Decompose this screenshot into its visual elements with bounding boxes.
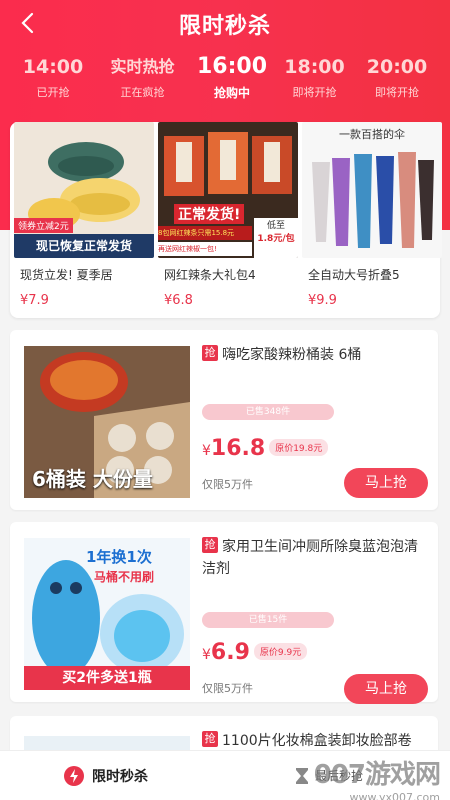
tab-flash-sale[interactable]: 限时秒杀 <box>0 765 225 786</box>
product-info: 抢家用卫生间冲厕所除臭蓝泡泡清洁剂 已售15件 ¥6.9 原价9.9元 仅限5万件… <box>202 536 428 704</box>
time-slot-hot[interactable]: 实时热抢 正在疯抢 <box>101 52 185 114</box>
product-name: 现货立发! 夏季居 <box>20 268 113 282</box>
time-slot-1800[interactable]: 18:00 即将开抢 <box>280 52 350 114</box>
buy-now-button[interactable]: 马上抢 <box>344 674 428 704</box>
watermark-title: 007游戏网 <box>313 760 441 790</box>
product-card[interactable]: 1年换1次 马桶不用刷 买2件多送1瓶 抢家用卫生间冲厕所除臭蓝泡泡清洁剂 已售… <box>10 522 438 704</box>
image-caption: 6桶装 大份量 <box>32 467 153 491</box>
original-price: 原价19.8元 <box>269 439 329 456</box>
currency-symbol: ¥ <box>202 647 211 663</box>
site-watermark: 007游戏网 www.yx007.com <box>313 754 441 800</box>
promo-overlay: 8包网红辣条只需15.8元 <box>158 226 252 240</box>
slot-status: 正在疯抢 <box>120 86 165 99</box>
image-caption-3: 买2件多送1瓶 <box>24 666 190 690</box>
featured-product-snacks[interactable]: 正常发货! 8包网红辣条只需15.8元 再送网红辣椒一包! 低至 1.8元/包 … <box>158 122 298 318</box>
slot-status: 即将开抢 <box>292 86 337 99</box>
shipping-overlay: 现已恢复正常发货 <box>14 234 154 258</box>
featured-product-umbrella[interactable]: 一款百搭的伞 全自动大号折叠5 ¥9.9 <box>302 122 442 318</box>
sold-count: 已售348件 <box>202 404 334 420</box>
slot-time: 20:00 <box>366 56 428 78</box>
time-slot-2000[interactable]: 20:00 即将开抢 <box>362 52 432 114</box>
promo-small-overlay: 再送网红辣椒一包! <box>158 242 252 256</box>
price-row: ¥6.9 原价9.9元 <box>202 640 430 665</box>
slot-time: 18:00 <box>284 56 345 78</box>
time-slot-1600[interactable]: 16:00 抢购中 <box>197 52 267 114</box>
slot-time: 14:00 <box>22 56 84 78</box>
product-title-text: 嗨吃家酸辣粉桶装 6桶 <box>222 347 362 363</box>
umbrella-caption: 一款百搭的伞 <box>339 128 405 141</box>
product-price: ¥7.9 <box>20 293 49 308</box>
featured-products: 领券立减2元 现已恢复正常发货 现货立发! 夏季居 ¥7.9 正常发货! 8包网… <box>10 122 442 318</box>
slot-status: 即将开抢 <box>375 86 419 99</box>
product-image: 正常发货! 8包网红辣条只需15.8元 再送网红辣椒一包! 低至 1.8元/包 <box>158 122 298 258</box>
buy-now-button[interactable]: 马上抢 <box>344 468 428 498</box>
page-title: 限时秒杀 <box>178 14 271 39</box>
current-price: 16.8 <box>210 436 266 461</box>
product-price: ¥9.9 <box>308 293 337 308</box>
hourglass-icon <box>296 767 308 784</box>
product-image: 领券立减2元 现已恢复正常发货 <box>14 122 154 258</box>
current-price: 6.9 <box>210 640 250 665</box>
product-image: 1年换1次 马桶不用刷 买2件多送1瓶 <box>24 538 190 690</box>
product-price: ¥6.8 <box>164 293 193 308</box>
product-name: 全自动大号折叠5 <box>308 268 400 282</box>
currency-symbol: ¥ <box>202 443 211 459</box>
slot-status: 抢购中 <box>213 86 250 100</box>
flash-icon <box>64 765 84 786</box>
image-caption-2: 马桶不用刷 <box>94 570 155 584</box>
coupon-overlay: 领券立减2元 <box>14 218 73 233</box>
product-card[interactable]: 6桶装 大份量 抢嗨吃家酸辣粉桶装 6桶 已售348件 ¥16.8 原价19.8元… <box>10 330 438 510</box>
stock-limit: 仅限5万件 <box>202 478 253 491</box>
image-caption-1: 1年换1次 <box>86 548 152 566</box>
product-info: 抢 1100片化妆棉盒装卸妆脸部卷 <box>202 730 428 752</box>
product-title: 抢嗨吃家酸辣粉桶装 6桶 <box>202 344 428 366</box>
product-image: 6桶装 大份量 <box>24 346 190 498</box>
time-slot-tabs: 14:00 已开抢 实时热抢 正在疯抢 16:00 抢购中 18:00 即将开抢… <box>0 52 450 114</box>
slot-time: 实时热抢 <box>110 57 175 76</box>
product-name: 网红辣条大礼包4 <box>164 268 256 282</box>
tab-label: 限时秒杀 <box>92 768 148 785</box>
slot-status: 已开抢 <box>36 86 70 99</box>
grab-tag: 抢 <box>202 537 218 553</box>
slot-time: 16:00 <box>197 54 268 79</box>
product-image: 一款百搭的伞 <box>302 122 442 258</box>
featured-product-slippers[interactable]: 领券立减2元 现已恢复正常发货 现货立发! 夏季居 ¥7.9 <box>14 122 154 318</box>
stock-limit: 仅限5万件 <box>202 682 253 695</box>
product-title-text: 家用卫生间冲厕所除臭蓝泡泡清洁剂 <box>202 539 418 577</box>
price-badge: 低至 1.8元/包 <box>254 218 298 258</box>
sold-count: 已售15件 <box>202 612 334 628</box>
grab-tag: 抢 <box>202 345 218 361</box>
price-badge-label: 低至 <box>266 221 285 231</box>
umbrella-image <box>312 152 434 248</box>
product-title: 抢家用卫生间冲厕所除臭蓝泡泡清洁剂 <box>202 536 428 580</box>
price-row: ¥16.8 原价19.8元 <box>202 436 430 461</box>
shipping-overlay: 正常发货! <box>174 204 245 224</box>
original-price: 原价9.9元 <box>253 643 308 660</box>
watermark-url: www.yx007.com <box>349 791 440 800</box>
grab-tag: 抢 <box>202 731 218 747</box>
product-title: 抢 1100片化妆棉盒装卸妆脸部卷 <box>202 730 428 752</box>
price-badge-value: 1.8元/包 <box>257 234 295 244</box>
time-slot-1400[interactable]: 14:00 已开抢 <box>18 52 88 114</box>
product-title-text: 1100片化妆棉盒装卸妆脸部卷 <box>222 733 412 749</box>
product-info: 抢嗨吃家酸辣粉桶装 6桶 已售348件 ¥16.8 原价19.8元 仅限5万件 马… <box>202 344 428 498</box>
